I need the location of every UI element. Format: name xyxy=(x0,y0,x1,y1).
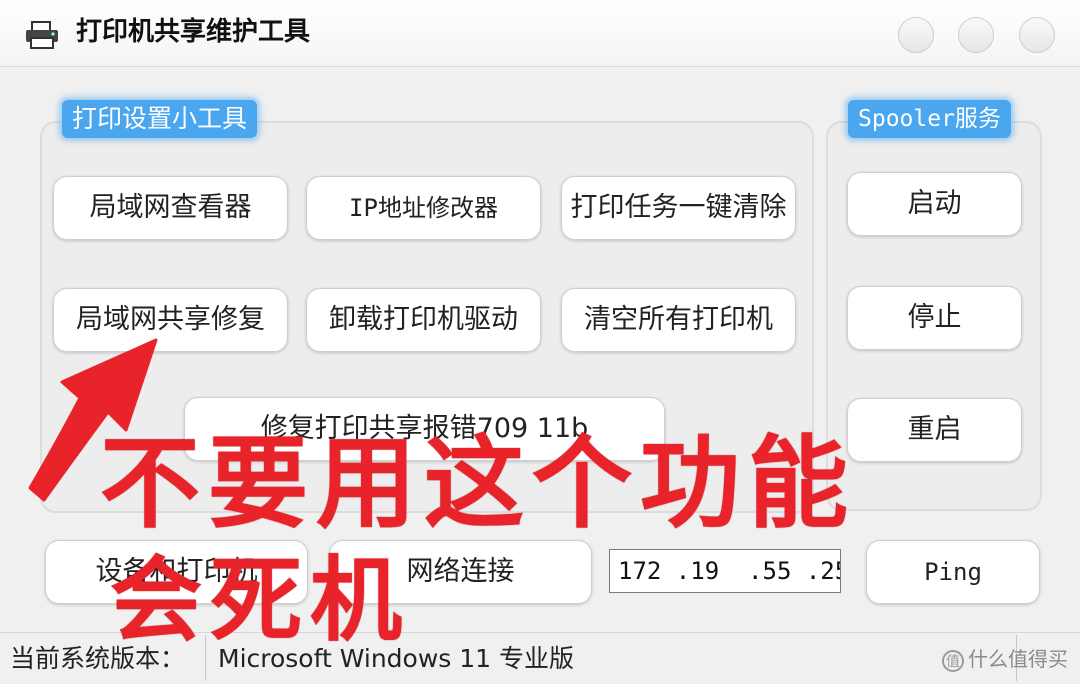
lan-viewer-button[interactable]: 局域网查看器 xyxy=(53,176,288,240)
watermark-logo-icon: 值 xyxy=(942,649,964,672)
ping-button[interactable]: Ping xyxy=(866,540,1040,604)
spooler-restart-button[interactable]: 重启 xyxy=(847,398,1022,462)
title-bar: 打印机共享维护工具 xyxy=(0,0,1080,67)
watermark: 值什么值得买 xyxy=(942,645,1068,673)
window-title: 打印机共享维护工具 xyxy=(76,17,311,47)
ip-address-input[interactable] xyxy=(609,549,841,593)
lan-share-fix-button[interactable]: 局域网共享修复 xyxy=(53,288,288,352)
clear-all-printers-button[interactable]: 清空所有打印机 xyxy=(561,288,796,352)
ip-modifier-button[interactable]: IP地址修改器 xyxy=(306,176,541,240)
watermark-text: 什么值得买 xyxy=(968,647,1068,671)
spooler-start-button[interactable]: 启动 xyxy=(847,172,1022,236)
spooler-stop-button[interactable]: 停止 xyxy=(847,286,1022,350)
clear-print-jobs-button[interactable]: 打印任务一键清除 xyxy=(561,176,796,240)
annotation-warning-line2: 会死机 xyxy=(110,546,411,654)
maximize-button[interactable] xyxy=(958,17,994,53)
close-button[interactable] xyxy=(1019,17,1055,53)
uninstall-driver-button[interactable]: 卸载打印机驱动 xyxy=(306,288,541,352)
tools-group-title: 打印设置小工具 xyxy=(62,100,258,138)
annotation-warning-line1: 不要用这个功能 xyxy=(100,424,856,542)
printer-icon xyxy=(26,21,58,49)
spooler-group-title: Spooler服务 xyxy=(848,100,1011,138)
minimize-button[interactable] xyxy=(898,17,934,53)
